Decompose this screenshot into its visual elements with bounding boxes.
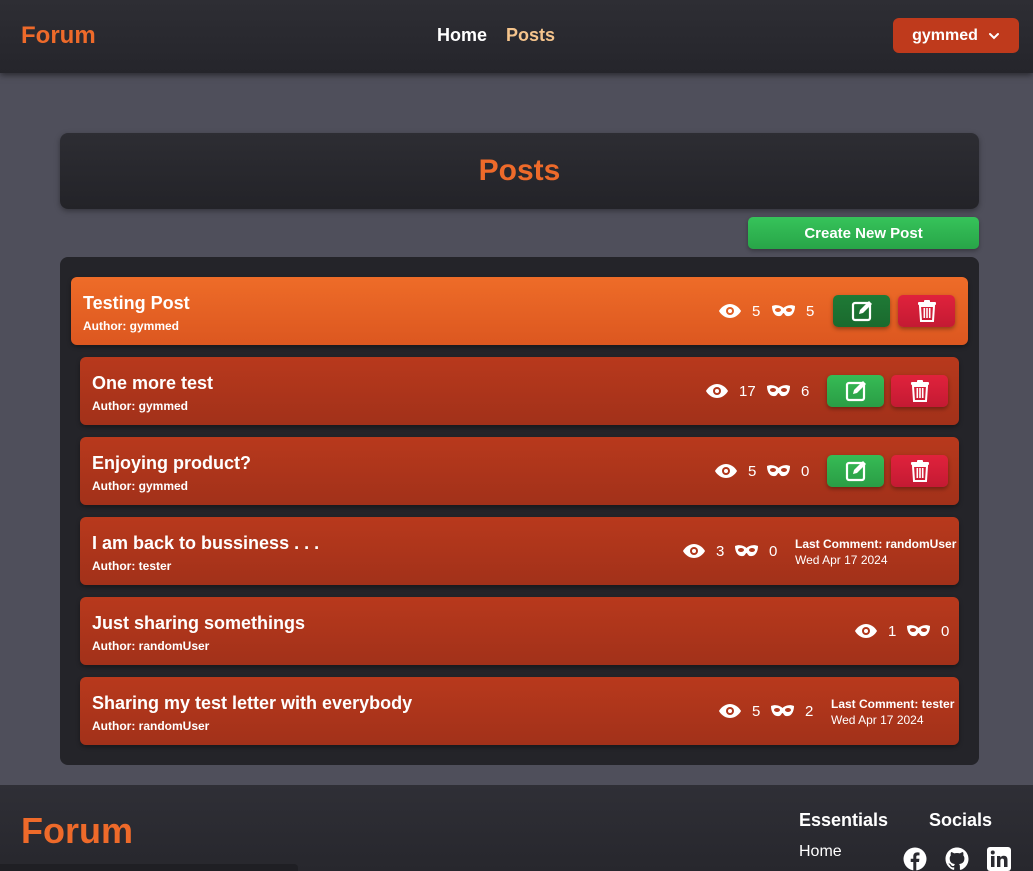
edit-icon <box>851 301 872 322</box>
masks-count: 6 <box>801 382 810 400</box>
post-title[interactable]: Sharing my test letter with everybody <box>92 693 412 714</box>
views-stat: 1 <box>854 621 896 641</box>
post-card[interactable]: I am back to bussiness . . . Author: tes… <box>80 517 959 585</box>
views-count: 1 <box>888 622 897 640</box>
delete-post-button[interactable] <box>891 455 948 487</box>
masks-count: 2 <box>805 702 814 720</box>
post-title[interactable]: One more test <box>92 373 213 394</box>
last-comment: Last Comment: randomUser Wed Apr 17 2024 <box>795 536 956 568</box>
views-stat: 5 <box>718 701 760 721</box>
views-stat: 5 <box>714 461 756 481</box>
edit-post-button[interactable] <box>827 455 884 487</box>
create-new-post-button[interactable]: Create New Post <box>748 217 979 249</box>
page-title: Posts <box>478 154 561 187</box>
eye-icon <box>719 304 741 318</box>
post-author: Author: gymmed <box>83 319 179 333</box>
masks-stat: 2 <box>770 701 813 721</box>
user-menu-button[interactable]: gymmed <box>893 18 1019 53</box>
trash-icon <box>910 380 929 402</box>
post-author: Author: gymmed <box>92 479 188 493</box>
trash-icon <box>910 460 929 482</box>
page-header: Posts <box>60 133 979 209</box>
mask-icon <box>767 465 790 477</box>
edit-post-button[interactable] <box>827 375 884 407</box>
mask-icon <box>767 385 790 397</box>
nav-link-posts[interactable]: Posts <box>506 25 555 46</box>
navbar: Forum Home Posts gymmed <box>0 0 1033 73</box>
footer-essentials-heading: Essentials <box>799 810 889 830</box>
linkedin-icon[interactable] <box>987 847 1011 871</box>
eye-icon <box>683 544 705 558</box>
mask-icon <box>772 305 795 317</box>
last-comment: Last Comment: tester Wed Apr 17 2024 <box>831 696 954 728</box>
footer-brand: Forum <box>21 810 133 851</box>
post-title[interactable]: Just sharing somethings <box>92 613 305 634</box>
edit-icon <box>845 461 866 482</box>
masks-stat: 5 <box>771 301 814 321</box>
post-author: Author: randomUser <box>92 719 210 733</box>
last-comment-author: Last Comment: tester <box>831 697 955 711</box>
views-stat: 3 <box>682 541 724 561</box>
edit-icon <box>845 381 866 402</box>
footer-link-home[interactable]: Home <box>799 843 842 861</box>
post-author: Author: tester <box>92 559 172 573</box>
masks-stat: 0 <box>906 621 949 641</box>
delete-post-button[interactable] <box>898 295 955 327</box>
masks-stat: 0 <box>734 541 777 561</box>
mask-icon <box>735 545 758 557</box>
views-count: 5 <box>748 462 757 480</box>
edit-post-button[interactable] <box>833 295 890 327</box>
post-title[interactable]: I am back to bussiness . . . <box>92 533 319 554</box>
facebook-icon[interactable] <box>903 847 927 871</box>
eye-icon <box>706 384 728 398</box>
post-card[interactable]: One more test Author: gymmed 17 6 <box>80 357 959 425</box>
post-author: Author: randomUser <box>92 639 210 653</box>
views-stat: 5 <box>718 301 760 321</box>
post-card[interactable]: Testing Post Author: gymmed 5 5 <box>71 277 968 345</box>
post-title[interactable]: Testing Post <box>83 293 190 314</box>
delete-post-button[interactable] <box>891 375 948 407</box>
post-card[interactable]: Enjoying product? Author: gymmed 5 0 <box>80 437 959 505</box>
masks-count: 0 <box>769 542 778 560</box>
brand-logo[interactable]: Forum <box>21 22 96 50</box>
trash-icon <box>917 300 936 322</box>
views-count: 5 <box>752 302 761 320</box>
nav-links: Home Posts <box>437 25 555 46</box>
chevron-down-icon <box>988 32 999 39</box>
post-card[interactable]: Sharing my test letter with everybody Au… <box>80 677 959 745</box>
post-card[interactable]: Just sharing somethings Author: randomUs… <box>80 597 959 665</box>
github-icon[interactable] <box>945 847 969 871</box>
masks-stat: 6 <box>766 381 809 401</box>
eye-icon <box>719 704 741 718</box>
views-stat: 17 <box>705 381 756 401</box>
post-author: Author: gymmed <box>92 399 188 413</box>
mask-icon <box>907 625 930 637</box>
masks-stat: 0 <box>766 461 809 481</box>
nav-link-home[interactable]: Home <box>437 25 487 46</box>
views-count: 3 <box>716 542 725 560</box>
views-count: 17 <box>739 382 756 400</box>
footer: Forum Essentials Socials Home <box>0 785 1033 871</box>
last-comment-author: Last Comment: randomUser <box>795 537 957 551</box>
posts-panel: Testing Post Author: gymmed 5 5 One more… <box>60 257 979 765</box>
scroll-shadow <box>0 864 298 871</box>
masks-count: 0 <box>801 462 810 480</box>
post-title[interactable]: Enjoying product? <box>92 453 251 474</box>
footer-socials-heading: Socials <box>929 810 993 830</box>
eye-icon <box>715 464 737 478</box>
last-comment-date: Wed Apr 17 2024 <box>831 713 924 727</box>
user-name: gymmed <box>912 26 978 44</box>
masks-count: 5 <box>806 302 815 320</box>
mask-icon <box>771 705 794 717</box>
last-comment-date: Wed Apr 17 2024 <box>795 553 888 567</box>
views-count: 5 <box>752 702 761 720</box>
eye-icon <box>855 624 877 638</box>
masks-count: 0 <box>941 622 950 640</box>
